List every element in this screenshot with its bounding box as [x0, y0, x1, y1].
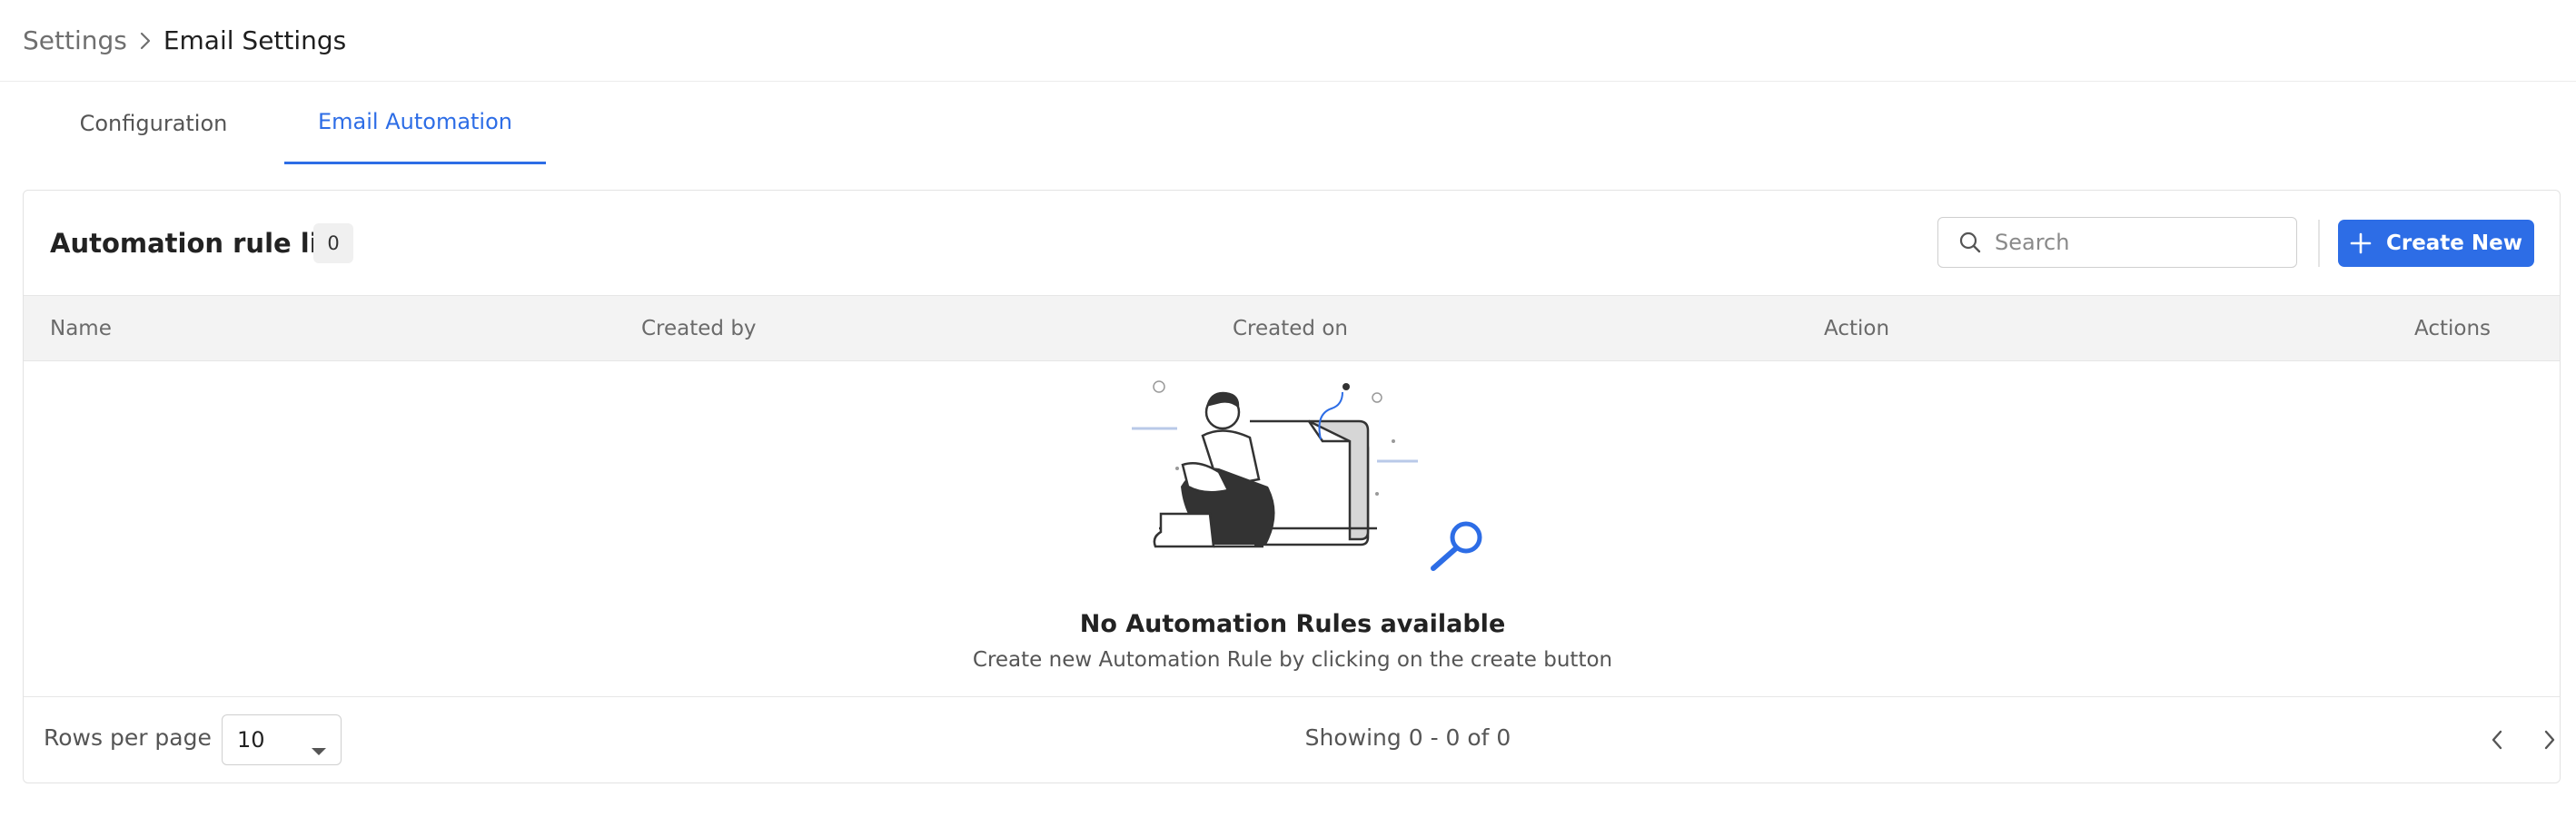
empty-state: No Automation Rules available Create new… — [24, 361, 2560, 696]
chevron-left-icon[interactable] — [2482, 724, 2512, 755]
card-header: Automation rule list 0 Create New — [24, 191, 2560, 295]
search-box[interactable] — [1937, 217, 2297, 268]
column-header-action[interactable]: Action — [1824, 296, 1889, 360]
plus-icon — [2350, 232, 2372, 254]
breadcrumb: Settings Email Settings — [0, 0, 2576, 82]
divider — [2318, 220, 2320, 267]
column-header-actions: Actions — [2413, 316, 2491, 340]
empty-state-illustration — [1132, 380, 1482, 571]
table-header: Name Created by Created on Action Action… — [24, 295, 2560, 361]
search-input[interactable] — [1995, 230, 2285, 255]
create-new-label: Create New — [2385, 231, 2523, 255]
page-title: Email Settings — [163, 25, 347, 55]
column-header-created-on[interactable]: Created on — [1233, 296, 1348, 360]
chevron-right-icon — [127, 31, 163, 51]
count-badge: 0 — [313, 223, 353, 263]
create-new-button[interactable]: Create New — [2338, 220, 2534, 267]
automation-rule-card: Automation rule list 0 Create New Name C… — [23, 190, 2561, 783]
empty-state-title: No Automation Rules available — [1079, 610, 1506, 638]
showing-range: Showing 0 - 0 of 0 — [1304, 724, 1511, 751]
breadcrumb-settings-link[interactable]: Settings — [23, 25, 127, 55]
tab-configuration[interactable]: Configuration — [23, 82, 284, 164]
tab-email-automation[interactable]: Email Automation — [284, 82, 546, 164]
pagination-footer: Rows per page 10 Showing 0 - 0 of 0 — [24, 696, 2560, 783]
search-icon — [1958, 231, 1982, 254]
empty-state-subtitle: Create new Automation Rule by clicking o… — [972, 648, 1613, 672]
tab-bar: Configuration Email Automation — [23, 82, 546, 164]
column-header-created-by[interactable]: Created by — [641, 296, 757, 360]
column-header-name[interactable]: Name — [50, 296, 112, 360]
chevron-right-icon[interactable] — [2534, 724, 2560, 755]
list-title: Automation rule list — [50, 227, 347, 259]
